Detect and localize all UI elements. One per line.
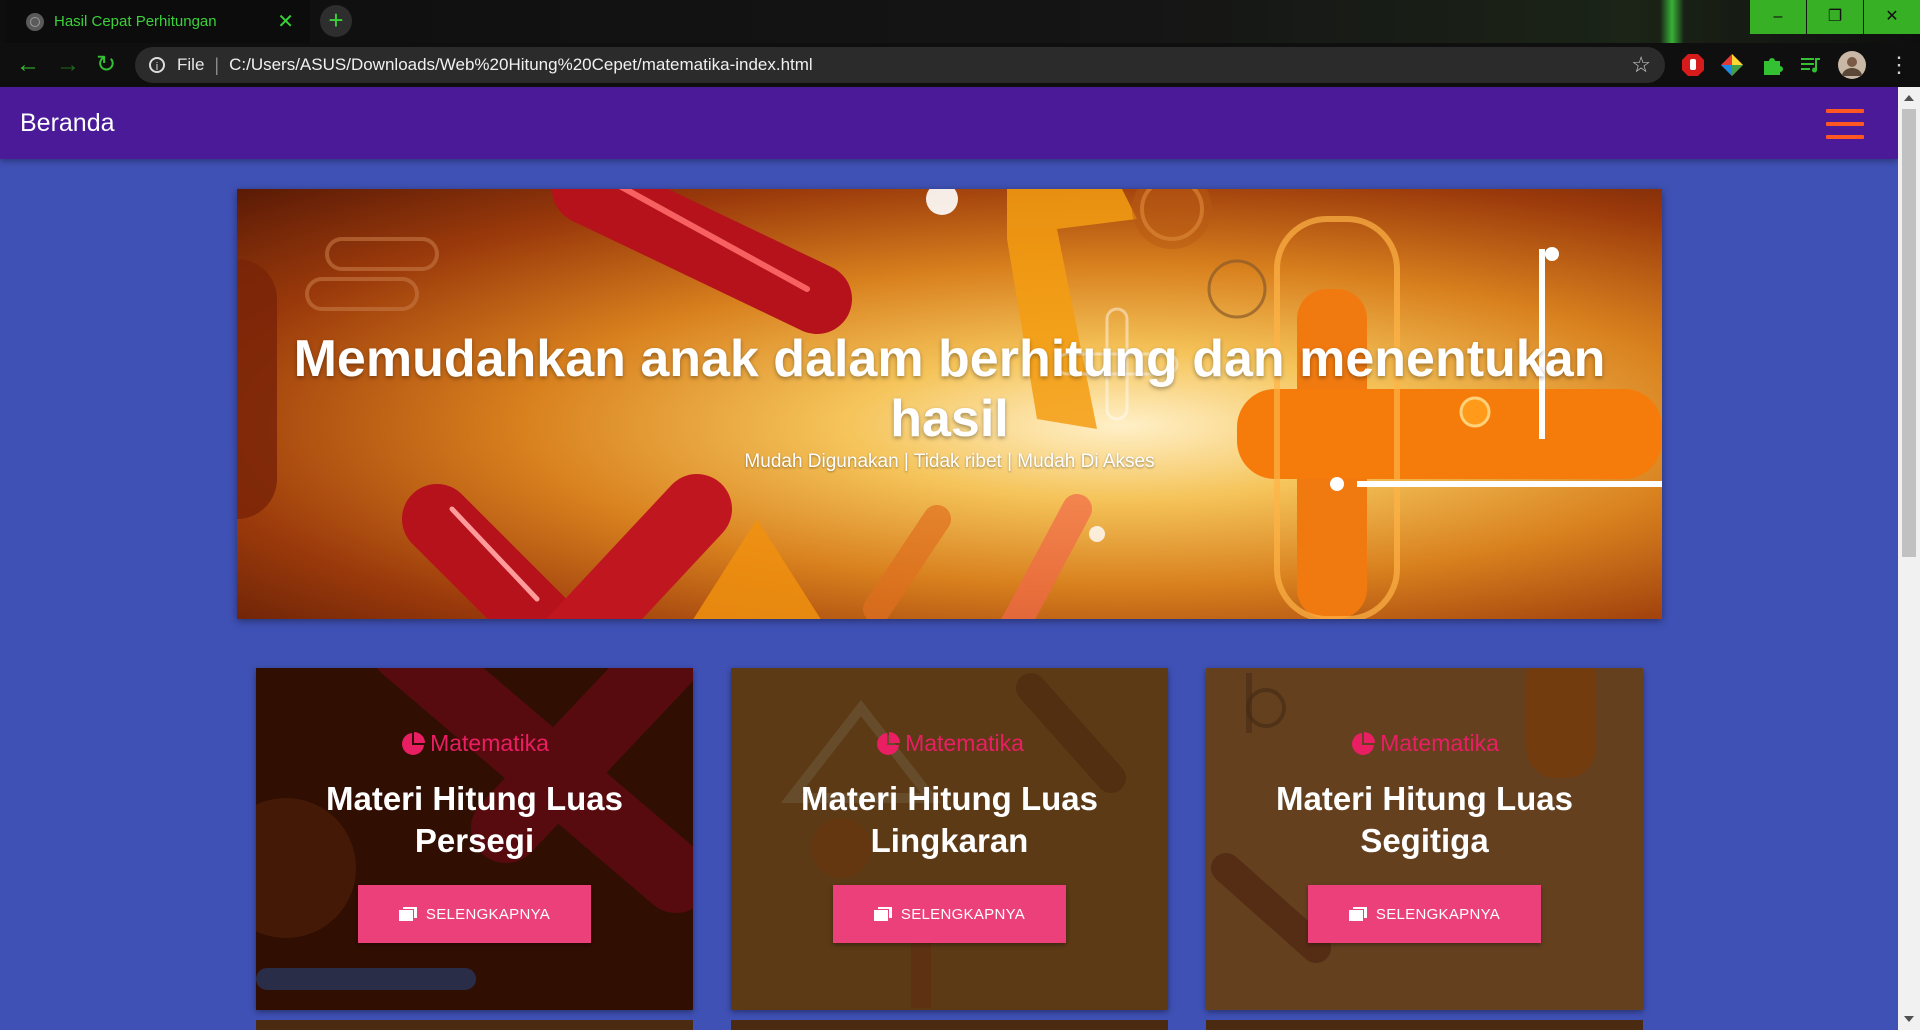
reload-icon[interactable]: ↻ xyxy=(96,43,116,87)
browser-tab[interactable]: Hasil Cepat Perhitungan ✕ xyxy=(6,0,310,43)
url-separator: | xyxy=(214,54,220,75)
close-window-button[interactable]: ✕ xyxy=(1864,0,1920,34)
site-navbar: Beranda xyxy=(0,87,1898,159)
card-category-label: Matematika xyxy=(905,730,1024,756)
card-title: Materi Hitung Luas Segitiga xyxy=(1275,780,1574,859)
new-tab-button[interactable]: + xyxy=(320,5,352,37)
adblock-extension-icon[interactable] xyxy=(1680,52,1706,78)
library-icon xyxy=(873,907,892,921)
bookmark-star-icon[interactable]: ☆ xyxy=(1631,52,1651,78)
hamburger-menu-icon[interactable] xyxy=(1826,109,1864,139)
next-card-edge xyxy=(731,1020,1168,1030)
minimize-button[interactable]: – xyxy=(1750,0,1806,34)
page-scrollbar[interactable] xyxy=(1898,87,1920,1030)
hero-subtitle: Mudah Digunakan | Tidak ribet | Mudah Di… xyxy=(744,451,1155,472)
card-category-label: Matematika xyxy=(430,730,549,756)
url-scheme-label: File xyxy=(177,55,205,74)
card-title: Materi Hitung Luas Lingkaran xyxy=(800,780,1099,859)
selengkapnya-button[interactable]: SELENGKAPNYA xyxy=(833,885,1066,943)
back-icon[interactable]: ← xyxy=(16,43,40,87)
info-icon[interactable]: i xyxy=(149,57,165,73)
card-category: Matematika xyxy=(1206,730,1643,757)
tab-title: Hasil Cepat Perhitungan xyxy=(54,13,217,30)
hero-headline: Memudahkan anak dalam berhitung dan mene… xyxy=(293,330,1606,448)
button-label: SELENGKAPNYA xyxy=(425,905,551,923)
browser-menu-icon[interactable]: ⋮ xyxy=(1888,43,1910,87)
card-title: Materi Hitung Luas Persegi xyxy=(325,780,624,859)
browser-toolbar: ← → ↻ i File | C:/Users/ASUS/Downloads/W… xyxy=(0,43,1920,87)
card-luas-persegi: Matematika Materi Hitung Luas Persegi SE… xyxy=(256,668,693,1010)
address-bar[interactable]: i File | C:/Users/ASUS/Downloads/Web%20H… xyxy=(135,47,1665,83)
profile-avatar[interactable] xyxy=(1838,51,1866,79)
selengkapnya-button[interactable]: SELENGKAPNYA xyxy=(358,885,591,943)
puzzle-extensions-icon[interactable] xyxy=(1759,52,1785,78)
card-category: Matematika xyxy=(731,730,1168,757)
forward-icon[interactable]: → xyxy=(56,43,80,87)
url-text[interactable]: C:/Users/ASUS/Downloads/Web%20Hitung%20C… xyxy=(229,55,1631,75)
scroll-up-arrow-icon[interactable] xyxy=(1904,95,1914,101)
scrollbar-thumb[interactable] xyxy=(1902,109,1916,557)
color-picker-extension-icon[interactable] xyxy=(1719,52,1745,78)
reading-list-icon[interactable] xyxy=(1798,52,1824,78)
button-label: SELENGKAPNYA xyxy=(900,905,1026,923)
next-card-edge xyxy=(256,1020,693,1030)
card-luas-segitiga: Matematika Materi Hitung Luas Segitiga S… xyxy=(1206,668,1643,1010)
restore-button[interactable]: ❐ xyxy=(1807,0,1863,34)
card-category-label: Matematika xyxy=(1380,730,1499,756)
button-label: SELENGKAPNYA xyxy=(1375,905,1501,923)
brand-link[interactable]: Beranda xyxy=(20,87,115,159)
next-card-edge xyxy=(1206,1020,1643,1030)
card-luas-lingkaran: Matematika Materi Hitung Luas Lingkaran … xyxy=(731,668,1168,1010)
card-category: Matematika xyxy=(256,730,693,757)
hero-banner: Memudahkan anak dalam berhitung dan mene… xyxy=(237,189,1662,619)
tab-close-icon[interactable]: ✕ xyxy=(277,9,294,34)
theme-glow xyxy=(1660,0,1684,43)
pie-chart-icon xyxy=(877,731,901,755)
library-icon xyxy=(1348,907,1367,921)
pie-chart-icon xyxy=(1352,731,1376,755)
browser-tab-strip: Hasil Cepat Perhitungan ✕ + – ❐ ✕ xyxy=(0,0,1920,43)
globe-icon xyxy=(26,12,44,31)
selengkapnya-button[interactable]: SELENGKAPNYA xyxy=(1308,885,1541,943)
pie-chart-icon xyxy=(402,731,426,755)
scroll-down-arrow-icon[interactable] xyxy=(1904,1016,1914,1022)
library-icon xyxy=(398,907,417,921)
